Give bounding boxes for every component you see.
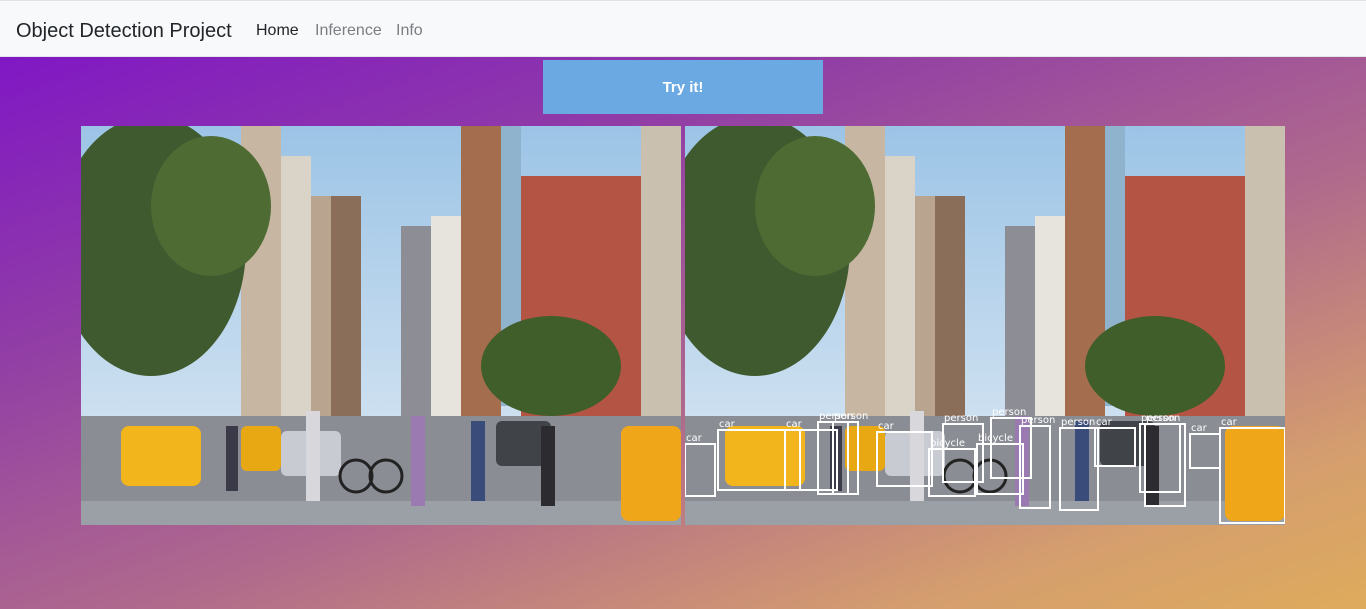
detection-label: car [1221, 417, 1238, 428]
nav-link-info[interactable]: Info [396, 22, 423, 40]
detection-label: person [834, 411, 868, 422]
detection-label: car [786, 419, 803, 430]
detection-label: car [686, 433, 703, 444]
try-it-button[interactable]: Try it! [543, 60, 823, 114]
detection-label: person [1146, 413, 1180, 424]
navbar: Object Detection Project Home Inference … [0, 0, 1366, 57]
detection-label: car [719, 419, 736, 430]
detection-label: bicycle [978, 433, 1013, 444]
detection-label: person [944, 413, 978, 424]
detection-label: person [1021, 415, 1055, 426]
nav-link-inference[interactable]: Inference [315, 22, 382, 40]
detection-label: bicycle [930, 438, 965, 449]
street-scene-annotated: carcar carpersonpersoncarpersonbicycle bic… [685, 126, 1285, 525]
navbar-brand[interactable]: Object Detection Project [16, 20, 232, 43]
detection-label: car [1096, 417, 1113, 428]
street-scene [81, 126, 681, 525]
detection-label: car [878, 421, 895, 432]
original-image [81, 126, 681, 525]
detection-result-image: car car car person person car person bicycle bic… [685, 126, 1285, 525]
detection-label: car [1191, 423, 1208, 434]
nav-link-home[interactable]: Home [256, 22, 299, 40]
detection-label: person [1061, 417, 1095, 428]
